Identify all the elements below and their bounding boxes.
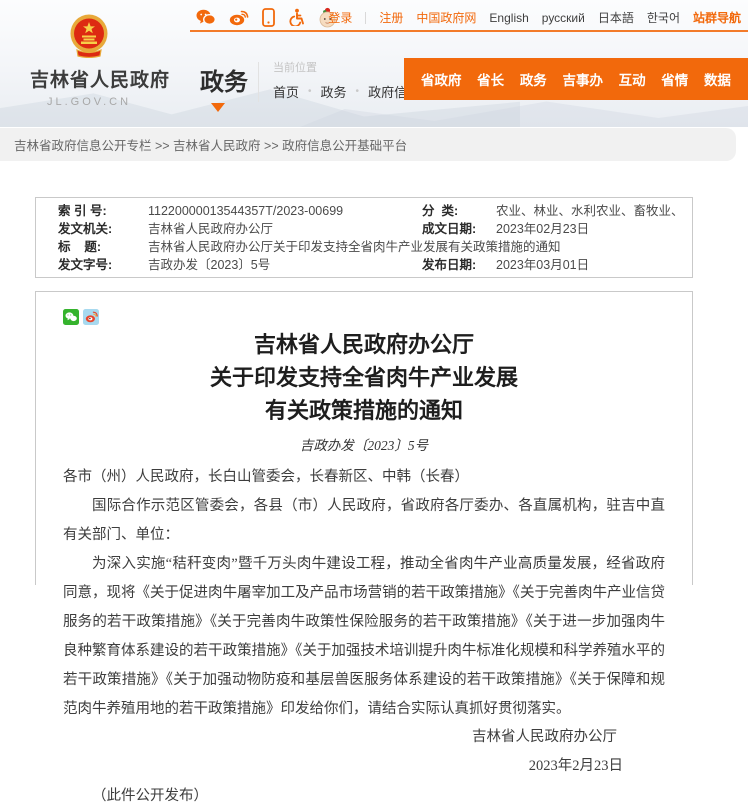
signature-date: 2023年2月23日 xyxy=(63,756,665,777)
mobile-icon[interactable] xyxy=(262,8,275,27)
nav-governor[interactable]: 省长 xyxy=(477,69,504,89)
accessibility-icon[interactable] xyxy=(288,8,305,26)
meta-doc-number-value: 吉政办发〔2023〕5号 xyxy=(148,256,400,274)
crumb-separator: • xyxy=(308,86,312,97)
meta-written-date-label: 成文日期: xyxy=(400,220,496,238)
document-title: 吉林省人民政府办公厅 关于印发支持全省肉牛产业发展 有关政策措施的通知 xyxy=(63,328,665,427)
paragraph-addressees-2: 国际合作示范区管委会，各县（市）人民政府，省政府各厅委办、各直属机构，驻吉中直有… xyxy=(63,492,665,550)
lang-korean-link[interactable]: 한국어 xyxy=(647,9,680,26)
nav-interaction[interactable]: 互动 xyxy=(619,69,646,89)
breadcrumb-bar: 吉林省政府信息公开专栏 >> 吉林省人民政府 >> 政府信息公开基础平台 xyxy=(0,128,736,161)
breadcrumb-path[interactable]: 吉林省政府信息公开专栏 >> 吉林省人民政府 >> 政府信息公开基础平台 xyxy=(14,135,407,154)
signature-organization: 吉林省人民政府办公厅 xyxy=(63,727,665,748)
weibo-share-icon[interactable] xyxy=(83,309,99,325)
crumb-separator: • xyxy=(356,86,360,97)
nav-data[interactable]: 数据 xyxy=(704,69,731,89)
document-number: 吉政办发〔2023〕5号 xyxy=(63,434,665,454)
meta-title-label: 标 题: xyxy=(36,238,148,256)
document-body: 各市（州）人民政府，长白山管委会，长春新区、中韩（长春） 国际合作示范区管委会，… xyxy=(63,463,665,724)
meta-index-label: 索 引 号: xyxy=(36,202,148,220)
meta-publish-date-value: 2023年03月01日 xyxy=(496,256,682,274)
site-name: 吉林省人民政府 xyxy=(30,65,148,92)
main-nav: 省政府 省长 政务 吉事办 互动 省情 数据 xyxy=(404,58,748,100)
wechat-share-icon[interactable] xyxy=(63,309,79,325)
site-header: 吉林省人民政府 JL.GOV.CN xyxy=(0,0,748,127)
lang-russian-link[interactable]: русский xyxy=(542,11,585,25)
divider xyxy=(258,62,259,102)
meta-title-value: 吉林省人民政府办公厅关于印发支持全省肉牛产业发展有关政策措施的通知 xyxy=(148,238,682,256)
section-title: 政务 xyxy=(200,62,248,97)
meta-category-label: 分 类: xyxy=(400,202,496,220)
meta-written-date-value: 2023年02月23日 xyxy=(496,220,682,238)
document-content: 吉林省人民政府办公厅 关于印发支持全省肉牛产业发展 有关政策措施的通知 吉政办发… xyxy=(35,291,693,585)
meta-category-value: 农业、林业、水利农业、畜牧业、渔业通知 xyxy=(496,202,682,220)
public-release-note: （此件公开发布） xyxy=(63,784,665,805)
document-title-line: 关于印发支持全省肉牛产业发展 xyxy=(63,361,665,394)
nav-provincial-gov[interactable]: 省政府 xyxy=(421,69,462,89)
wechat-icon[interactable] xyxy=(196,9,216,26)
site-group-nav-link[interactable]: 站群导航 xyxy=(693,9,741,26)
meta-publish-date-label: 发布日期: xyxy=(400,256,496,274)
header-accent-line xyxy=(190,30,748,32)
meta-doc-number-label: 发文字号: xyxy=(36,256,148,274)
lang-japanese-link[interactable]: 日本語 xyxy=(598,9,634,26)
nav-province-info[interactable]: 省情 xyxy=(661,69,688,89)
user-links-row: 登录 注册 中国政府网 English русский 日本語 한국어 站群导航 xyxy=(328,9,741,26)
site-logo[interactable]: 吉林省人民政府 JL.GOV.CN xyxy=(30,14,148,108)
social-icon-row xyxy=(196,6,337,28)
meta-issuer-value: 吉林省人民政府办公厅 xyxy=(148,220,400,238)
paragraph-main: 为深入实施“秸秆变肉”暨千万头肉牛建设工程，推动全省肉牛产业高质量发展，经省政府… xyxy=(63,550,665,724)
login-link[interactable]: 登录 xyxy=(328,9,352,26)
document-meta-table: 索 引 号: 11220000013544357T/2023-00699 分 类… xyxy=(35,197,693,278)
gov-china-link[interactable]: 中国政府网 xyxy=(416,9,476,26)
document-title-line: 有关政策措施的通知 xyxy=(63,394,665,427)
nav-zhengwu[interactable]: 政务 xyxy=(520,69,547,89)
weibo-icon[interactable] xyxy=(229,9,249,26)
meta-index-value: 11220000013544357T/2023-00699 xyxy=(148,202,400,220)
register-link[interactable]: 注册 xyxy=(379,9,403,26)
paragraph-addressees-1: 各市（州）人民政府，长白山管委会，长春新区、中韩（长春） xyxy=(63,463,665,492)
triangle-down-icon[interactable] xyxy=(211,103,225,112)
mountain-decoration xyxy=(300,97,748,127)
national-emblem-icon xyxy=(69,14,109,58)
meta-issuer-label: 发文机关: xyxy=(36,220,148,238)
site-domain: JL.GOV.CN xyxy=(30,96,148,108)
divider xyxy=(365,12,366,24)
document-title-line: 吉林省人民政府办公厅 xyxy=(63,328,665,361)
lang-english-link[interactable]: English xyxy=(489,11,528,25)
crumb-home[interactable]: 首页 xyxy=(273,82,299,101)
share-icon-row xyxy=(63,309,665,325)
nav-jishiban[interactable]: 吉事办 xyxy=(562,69,603,89)
crumb-zhengwu[interactable]: 政务 xyxy=(321,82,347,101)
